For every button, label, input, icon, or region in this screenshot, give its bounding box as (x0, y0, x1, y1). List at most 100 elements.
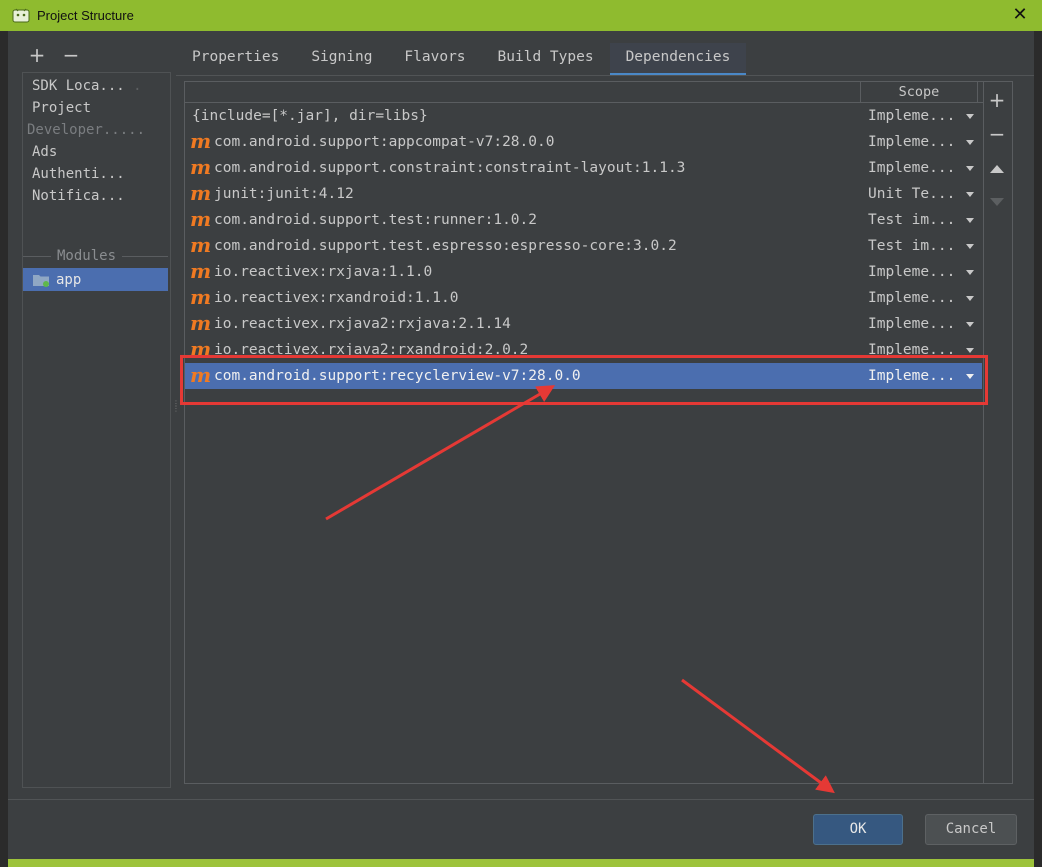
dependency-row[interactable]: m io.reactivex.rxjava2:rxandroid:2.0.2 I… (185, 337, 982, 363)
remove-module-icon[interactable]: − (62, 45, 80, 65)
dependency-name: com.android.support:recyclerview-v7:28.0… (214, 368, 581, 384)
remove-dependency-icon[interactable]: − (982, 124, 1012, 144)
sidebar-item-label: Notifica... (32, 188, 125, 204)
scope-dropdown-arrow-icon[interactable] (966, 244, 974, 249)
dependency-scope[interactable]: Unit Te... (868, 181, 955, 207)
dependency-toolbar: + − (982, 81, 1013, 784)
dependency-scope[interactable]: Impleme... (868, 129, 955, 155)
maven-icon: m (190, 233, 212, 257)
dependency-name: {include=[*.jar], dir=libs} (192, 108, 428, 124)
maven-icon: m (190, 259, 212, 283)
scope-dropdown-arrow-icon[interactable] (966, 374, 974, 379)
dependency-scope[interactable]: Impleme... (868, 311, 955, 337)
dependency-name: com.android.support.test:runner:1.0.2 (214, 212, 538, 228)
dependency-scope[interactable]: Impleme... (868, 155, 955, 181)
move-down-icon (990, 198, 1004, 206)
maven-icon: m (190, 207, 212, 231)
dependency-row[interactable]: m io.reactivex.rxjava2:rxjava:2.1.14 Imp… (185, 311, 982, 337)
modules-label: Modules (57, 248, 117, 264)
scope-dropdown-arrow-icon[interactable] (966, 166, 974, 171)
column-header-scope[interactable]: Scope (861, 82, 978, 102)
dependency-scope[interactable]: Impleme... (868, 337, 955, 363)
table-header: Scope (185, 82, 983, 103)
dependency-scope[interactable]: Test im... (868, 233, 955, 259)
dialog-content: + − SDK Loca... . Project Developer.....… (8, 31, 1034, 859)
maven-icon: m (190, 337, 212, 361)
dependency-name: junit:junit:4.12 (214, 186, 354, 202)
dependency-row[interactable]: m junit:junit:4.12 Unit Te... (185, 181, 982, 207)
dependency-scope[interactable]: Impleme... (868, 363, 955, 389)
dependency-scope[interactable]: Test im... (868, 207, 955, 233)
sidebar-item-label: Developer..... (27, 122, 146, 138)
move-up-icon[interactable] (990, 165, 1004, 173)
project-structure-window: Project Structure ✕ + − SDK Loca... . Pr… (0, 0, 1042, 867)
scope-dropdown-arrow-icon[interactable] (966, 218, 974, 223)
maven-icon: m (190, 181, 212, 205)
maven-icon: m (190, 129, 212, 153)
dependency-name: io.reactivex.rxjava2:rxandroid:2.0.2 (214, 342, 529, 358)
tab-bar-divider (176, 75, 1034, 76)
dependency-row-selected[interactable]: m com.android.support:recyclerview-v7:28… (185, 363, 982, 389)
dependency-row[interactable]: {include=[*.jar], dir=libs} Impleme... (185, 103, 982, 129)
sidebar-item-sdk-location[interactable]: SDK Loca... . (23, 75, 168, 97)
tab-build-types[interactable]: Build Types (482, 43, 610, 75)
dependency-row[interactable]: m io.reactivex:rxjava:1.1.0 Impleme... (185, 259, 982, 285)
dependency-row[interactable]: m com.android.support:appcompat-v7:28.0.… (185, 129, 982, 155)
sidebar-item-label: Project (32, 100, 92, 116)
modules-separator: Modules (23, 246, 168, 266)
title-bar[interactable]: Project Structure ✕ (0, 0, 1042, 31)
add-module-icon[interactable]: + (28, 45, 46, 65)
dependency-scope[interactable]: Impleme... (868, 285, 955, 311)
sidebar-item-authentication[interactable]: Authenti... (23, 163, 168, 185)
scope-dropdown-arrow-icon[interactable] (966, 140, 974, 145)
scope-dropdown-arrow-icon[interactable] (966, 296, 974, 301)
dependency-name: com.android.support:appcompat-v7:28.0.0 (214, 134, 555, 150)
dependency-name: io.reactivex:rxjava:1.1.0 (214, 264, 433, 280)
background-editor-left (0, 31, 8, 867)
scope-dropdown-arrow-icon[interactable] (966, 192, 974, 197)
sidebar-item-notifications[interactable]: Notifica... (23, 185, 168, 207)
dependency-row[interactable]: m io.reactivex:rxandroid:1.1.0 Impleme..… (185, 285, 982, 311)
tab-properties[interactable]: Properties (176, 43, 295, 75)
cancel-button[interactable]: Cancel (925, 814, 1017, 845)
close-icon[interactable]: ✕ (1008, 3, 1032, 27)
sidebar-item-label: Authenti... (32, 166, 125, 182)
scope-dropdown-arrow-icon[interactable] (966, 114, 974, 119)
maven-icon: m (190, 285, 212, 309)
dependency-name: io.reactivex:rxandroid:1.1.0 (214, 290, 459, 306)
scope-dropdown-arrow-icon[interactable] (966, 270, 974, 275)
scope-dropdown-arrow-icon[interactable] (966, 348, 974, 353)
separator-line (122, 255, 168, 257)
module-app-label: app (56, 271, 82, 288)
splitter-handle[interactable]: ⋮ ⋮ (172, 400, 180, 421)
sidebar-item-app-module[interactable]: app (23, 268, 168, 291)
dependency-row[interactable]: m com.android.support.test.espresso:espr… (185, 233, 982, 259)
dependency-name: com.android.support.constraint:constrain… (214, 160, 686, 176)
maven-icon: m (190, 363, 212, 387)
ok-button[interactable]: OK (813, 814, 903, 845)
tab-signing[interactable]: Signing (295, 43, 388, 75)
dependency-scope[interactable]: Impleme... (868, 259, 955, 285)
add-dependency-icon[interactable]: + (982, 90, 1012, 110)
dependency-row[interactable]: m com.android.support.test:runner:1.0.2 … (185, 207, 982, 233)
sidebar-item-label: Ads (32, 144, 58, 160)
module-folder-icon (33, 275, 49, 287)
android-studio-icon (12, 8, 30, 22)
sidebar-item-project[interactable]: Project (23, 97, 168, 119)
tab-bar: Properties Signing Flavors Build Types D… (176, 43, 747, 76)
maven-icon: m (190, 311, 212, 335)
dependency-name: io.reactivex.rxjava2:rxjava:2.1.14 (214, 316, 511, 332)
sidebar-item-dots: . (124, 78, 142, 94)
tab-dependencies[interactable]: Dependencies (609, 43, 747, 75)
tab-flavors[interactable]: Flavors (388, 43, 481, 75)
dependency-name: com.android.support.test.espresso:espres… (214, 238, 677, 254)
sidebar-toolbar: + − (28, 45, 80, 65)
scope-dropdown-arrow-icon[interactable] (966, 322, 974, 327)
dependency-scope[interactable]: Impleme... (868, 103, 955, 129)
sidebar-item-developer-services: Developer..... (23, 119, 168, 141)
dependency-row[interactable]: m com.android.support.constraint:constra… (185, 155, 982, 181)
maven-icon: m (190, 155, 212, 179)
column-header-dependency[interactable] (185, 82, 861, 102)
sidebar: SDK Loca... . Project Developer..... Ads… (22, 72, 171, 788)
sidebar-item-ads[interactable]: Ads (23, 141, 168, 163)
